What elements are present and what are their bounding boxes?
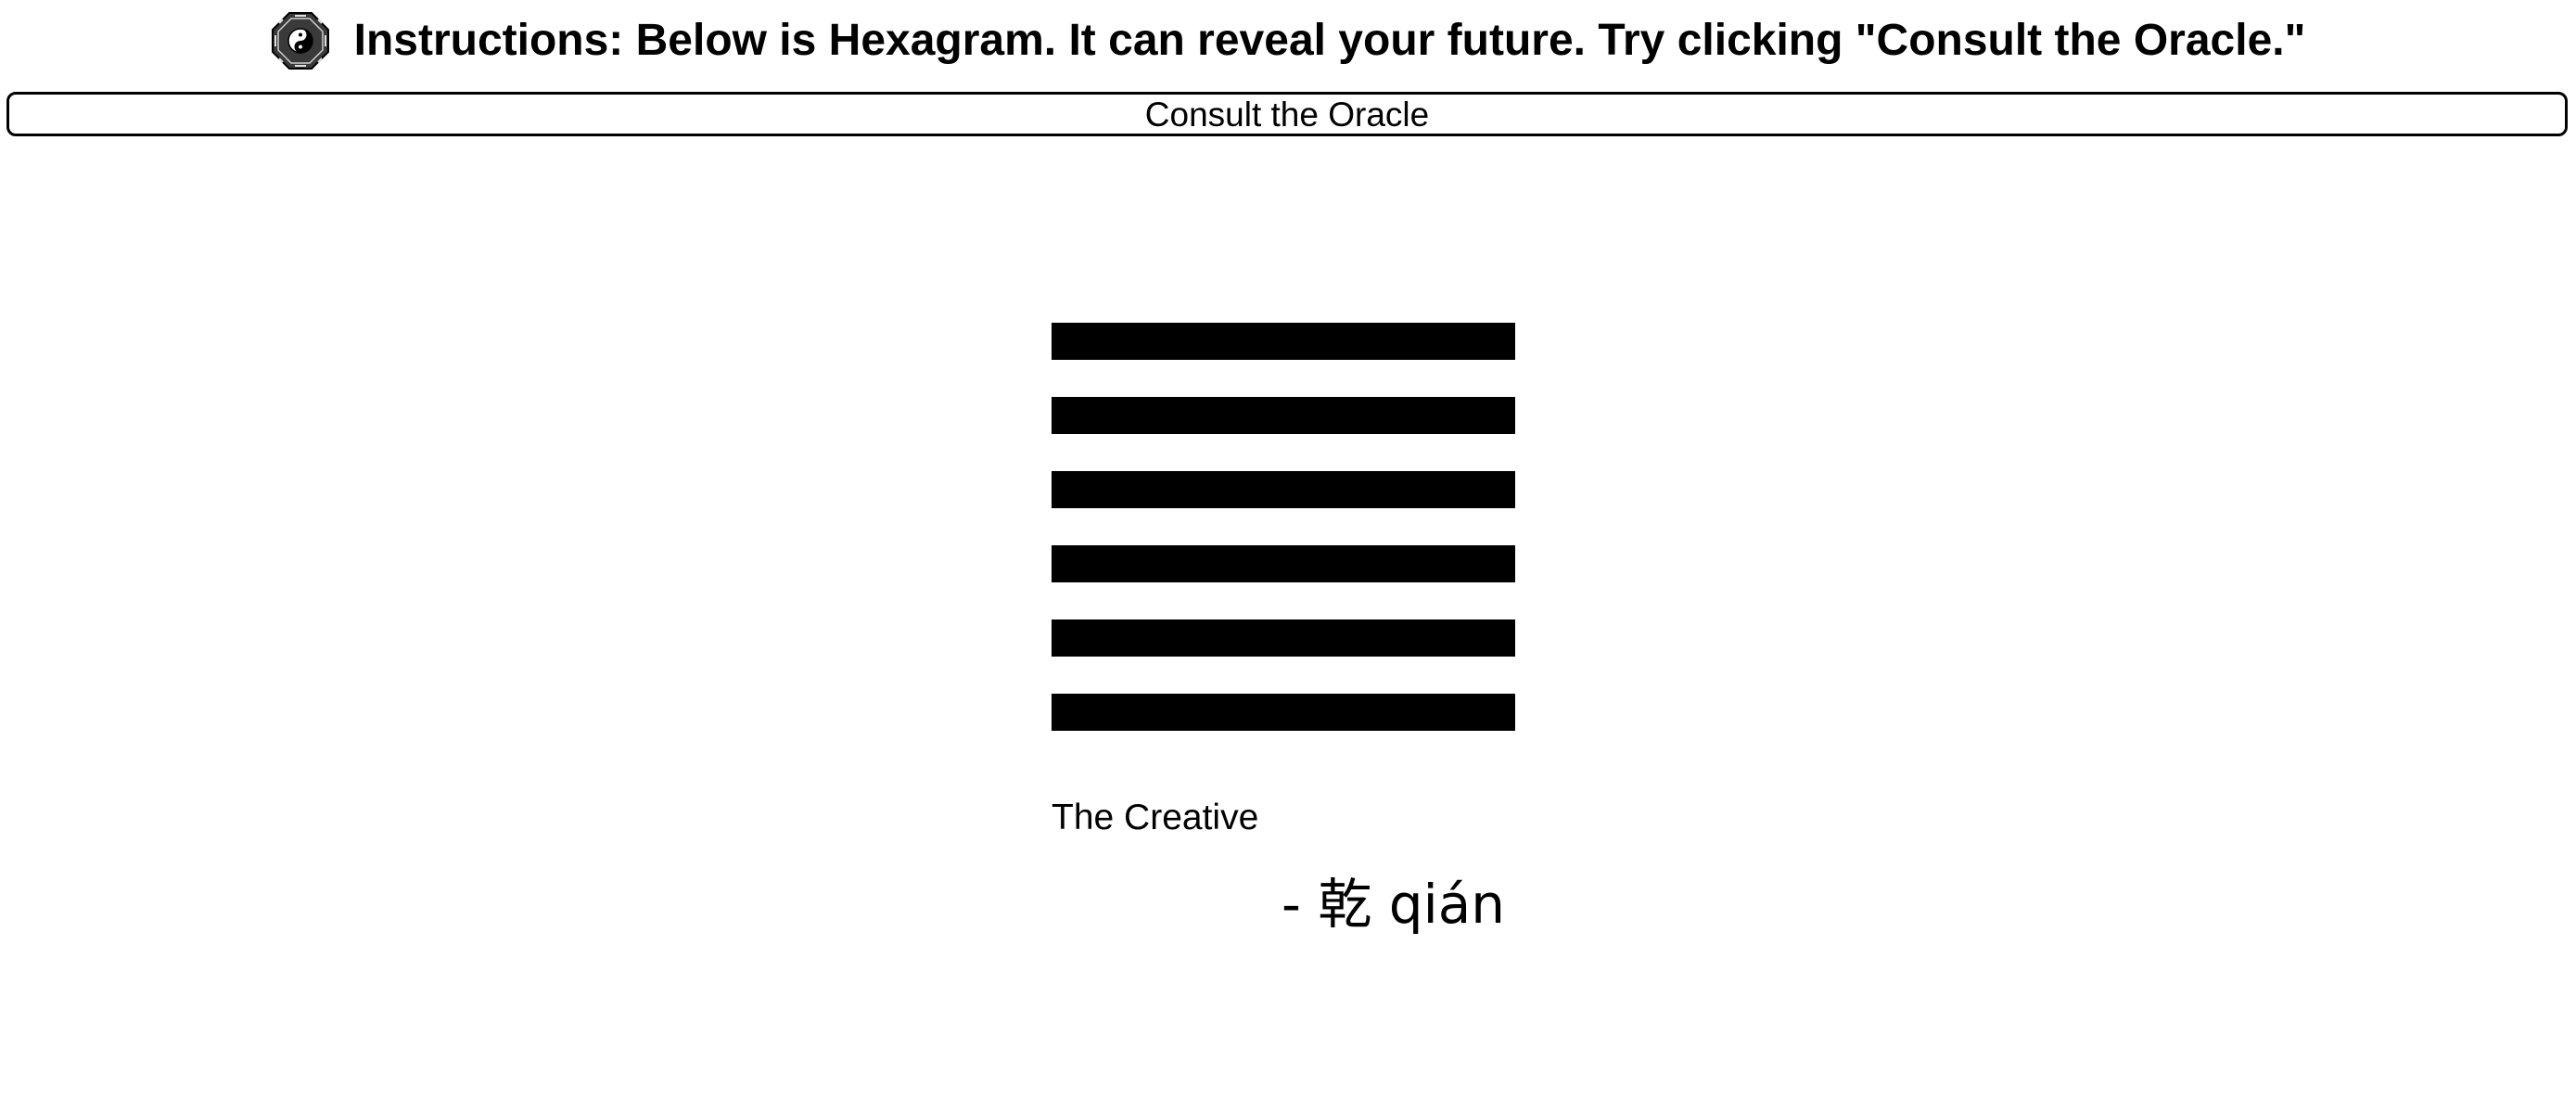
hexagram-line	[1052, 545, 1515, 582]
hexagram-line	[1052, 471, 1515, 508]
yin-yang-bagua-icon	[271, 11, 330, 70]
header: Instructions: Below is Hexagram. It can …	[0, 0, 2576, 82]
hexagram-name: The Creative	[1052, 798, 1259, 837]
hexagram-line	[1052, 619, 1515, 657]
page: Instructions: Below is Hexagram. It can …	[0, 0, 2576, 1111]
hexagram-line	[1052, 397, 1515, 434]
consult-oracle-button[interactable]: Consult the Oracle	[6, 92, 2568, 136]
hexagram-line	[1052, 694, 1515, 731]
hexagram-line	[1052, 323, 1515, 360]
instructions-title: Instructions: Below is Hexagram. It can …	[353, 16, 2306, 65]
hexagram-chinese-name: - 乾 qián	[1282, 873, 1506, 936]
